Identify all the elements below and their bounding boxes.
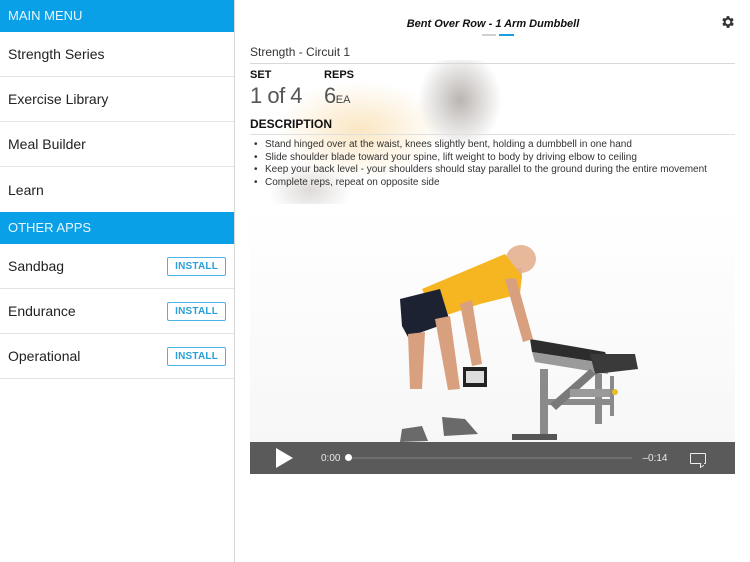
description-item: Slide shoulder blade toward your spine, … xyxy=(250,152,735,165)
bench-illustration xyxy=(512,339,638,440)
install-endurance-button[interactable]: INSTALL xyxy=(167,301,226,321)
play-icon[interactable] xyxy=(276,448,293,468)
remaining-time: –0:14 xyxy=(642,452,668,464)
athlete-illustration xyxy=(400,245,536,442)
set-stat: SET 1 of 4 xyxy=(250,69,303,109)
app-item-label: Endurance xyxy=(8,303,76,319)
video-scrubber[interactable] xyxy=(345,454,633,461)
app-item-operational: Operational INSTALL xyxy=(0,334,234,379)
app-item-endurance: Endurance INSTALL xyxy=(0,289,234,334)
sidebar-item-label: Strength Series xyxy=(8,46,105,62)
main-menu-list: Strength Series Exercise Library Meal Bu… xyxy=(0,32,234,212)
header: Bent Over Row - 1 Arm Dumbbell xyxy=(236,0,750,40)
current-time: 0:00 xyxy=(321,452,341,464)
app-item-label: Sandbag xyxy=(8,258,65,274)
other-apps-list: Sandbag INSTALL Endurance INSTALL Operat… xyxy=(0,244,234,379)
gear-icon[interactable] xyxy=(720,14,736,30)
install-sandbag-button[interactable]: INSTALL xyxy=(167,256,226,276)
video-controls: 0:00 –0:14 xyxy=(250,442,735,474)
app-item-sandbag: Sandbag INSTALL xyxy=(0,244,234,289)
reps-value: 6 xyxy=(324,83,336,108)
set-label: SET xyxy=(250,69,272,81)
stats: SET 1 of 4 REPS 6EA xyxy=(250,69,735,109)
page-indicator-dot[interactable] xyxy=(482,34,496,36)
sidebar-item-label: Meal Builder xyxy=(8,136,86,152)
main-menu-header: MAIN MENU xyxy=(0,0,234,32)
reps-value-row: 6EA xyxy=(324,83,354,109)
circuit-label: Strength - Circuit 1 xyxy=(250,40,735,64)
page-indicator xyxy=(482,34,514,36)
reps-label: REPS xyxy=(324,69,355,81)
sidebar-item-label: Exercise Library xyxy=(8,91,109,107)
set-value: 1 of 4 xyxy=(250,83,303,108)
sidebar-item-learn[interactable]: Learn xyxy=(0,167,234,212)
description-item: Complete reps, repeat on opposite side xyxy=(250,177,735,190)
video-frame[interactable] xyxy=(250,204,735,443)
description-list: Stand hinged over at the waist, knees sl… xyxy=(250,139,735,189)
video-player[interactable]: 0:00 –0:14 xyxy=(250,204,735,474)
sidebar-item-meal-builder[interactable]: Meal Builder xyxy=(0,122,234,167)
app: MAIN MENU Strength Series Exercise Libra… xyxy=(0,0,750,562)
reps-stat: REPS 6EA xyxy=(324,69,354,109)
exercise-title: Bent Over Row - 1 Arm Dumbbell xyxy=(406,18,580,30)
sidebar-item-strength-series[interactable]: Strength Series xyxy=(0,32,234,77)
sidebar-item-exercise-library[interactable]: Exercise Library xyxy=(0,77,234,122)
scrubber-knob[interactable] xyxy=(345,454,353,461)
sidebar: MAIN MENU Strength Series Exercise Libra… xyxy=(0,0,235,562)
page-indicator-dot-active[interactable] xyxy=(499,34,514,36)
reps-unit: EA xyxy=(335,94,351,106)
workout-info: Strength - Circuit 1 SET 1 of 4 REPS 6EA… xyxy=(250,40,735,189)
captions-icon[interactable] xyxy=(689,452,706,464)
sidebar-item-label: Learn xyxy=(8,181,44,198)
description-item: Keep your back level - your shoulders sh… xyxy=(250,164,735,177)
description-title: DESCRIPTION xyxy=(250,117,735,135)
app-item-label: Operational xyxy=(8,348,81,364)
other-apps-header: OTHER APPS xyxy=(0,212,234,244)
exercise-detail: Bent Over Row - 1 Arm Dumbbell Strength … xyxy=(236,0,750,562)
install-operational-button[interactable]: INSTALL xyxy=(167,346,226,366)
description-item: Stand hinged over at the waist, knees sl… xyxy=(250,139,735,152)
exercise-video-still xyxy=(400,245,638,442)
